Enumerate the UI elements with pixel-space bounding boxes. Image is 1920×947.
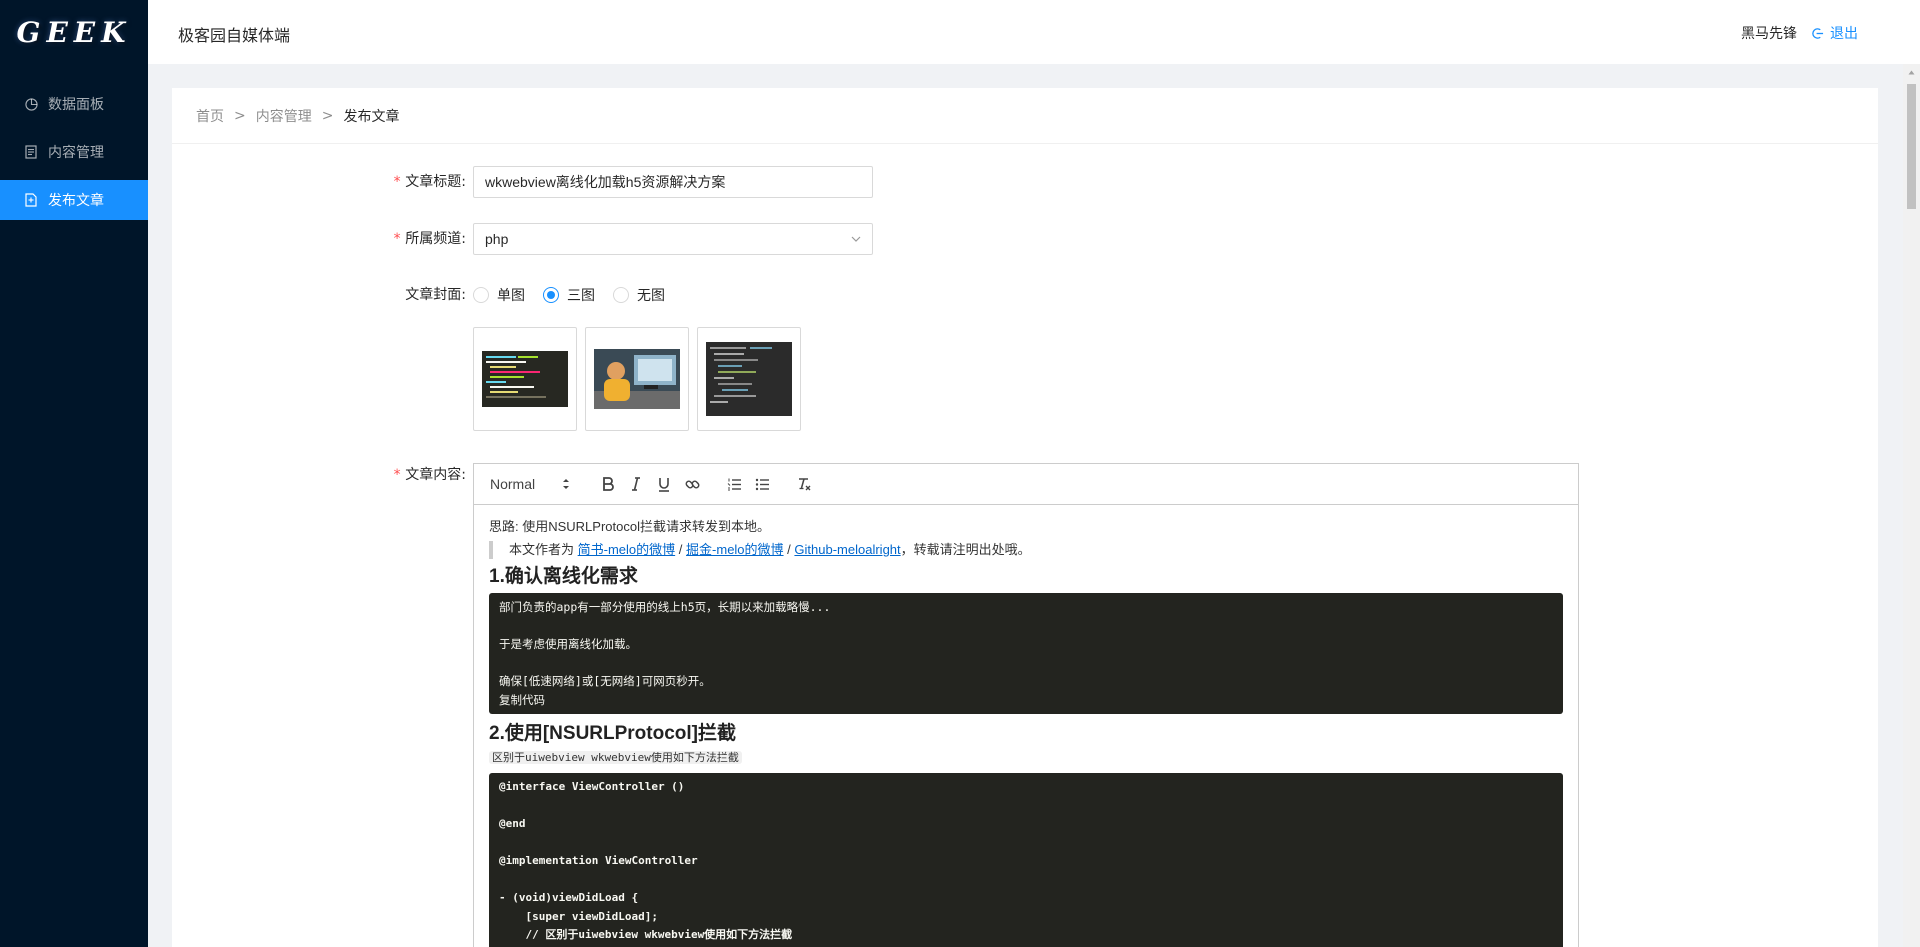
breadcrumb: 首页 > 内容管理 > 发布文章 <box>172 88 1878 144</box>
breadcrumb-home[interactable]: 首页 <box>196 106 224 126</box>
sidebar-item-label: 内容管理 <box>48 145 104 161</box>
github-link[interactable]: Github-meloalright <box>794 542 900 557</box>
radio-label: 无图 <box>637 288 665 304</box>
cover-image-2[interactable] <box>585 327 689 431</box>
chevron-down-icon <box>851 236 861 242</box>
breadcrumb-separator: > <box>321 107 334 124</box>
logout-label: 退出 <box>1830 26 1858 42</box>
ordered-list-icon <box>727 478 741 490</box>
inline-note-paragraph: 区别于uiwebview wkwebview使用如下方法拦截 <box>489 748 1563 767</box>
sidebar: GEEK 数据面板 内容管理 发布文章 <box>0 0 148 947</box>
italic-button[interactable] <box>622 472 650 496</box>
underline-icon <box>659 477 669 492</box>
radio-label: 三图 <box>567 288 595 304</box>
radio-circle <box>473 287 489 303</box>
code-block-2: @interface ViewController () @end @imple… <box>489 773 1563 947</box>
quote-text: ，转载请注明出处哦。 <box>900 542 1031 557</box>
bold-button[interactable] <box>594 472 622 496</box>
bold-icon <box>603 477 614 491</box>
title-label: * 文章标题: <box>392 174 466 190</box>
code-screenshot-thumbnail <box>482 351 568 407</box>
content-label: * 文章内容: <box>392 467 466 483</box>
link-button[interactable] <box>678 472 706 496</box>
logout-icon <box>1812 27 1824 39</box>
section-heading-1: 1.确认离线化需求 <box>489 566 638 587</box>
cover-radio-three[interactable]: 三图 <box>543 285 595 305</box>
logo: GEEK <box>16 15 132 49</box>
author-blockquote: 本文作者为 简书-melo的微博 / 掘金-melo的微博 / Github-m… <box>489 541 1563 559</box>
sidebar-item-publish-article[interactable]: 发布文章 <box>0 180 148 220</box>
photo-thumbnail <box>594 349 680 409</box>
radio-circle <box>613 287 629 303</box>
cover-radio-none[interactable]: 无图 <box>613 285 665 305</box>
logout-button[interactable]: 退出 <box>1811 23 1858 43</box>
pie-chart-icon <box>24 97 38 111</box>
sidebar-item-label: 数据面板 <box>48 97 104 113</box>
quote-separator: / <box>787 542 791 557</box>
sidebar-item-content-management[interactable]: 内容管理 <box>0 132 148 172</box>
inline-code-note: 区别于uiwebview wkwebview使用如下方法拦截 <box>489 751 742 764</box>
rich-text-editor[interactable]: Normal 思路: 使用NSURLProtocol拦截请求转发到本地。 本文作… <box>473 463 1579 947</box>
breadcrumb-current: 发布文章 <box>343 108 400 125</box>
radio-label: 单图 <box>497 288 525 304</box>
cover-image-3[interactable] <box>697 327 801 431</box>
editor-toolbar: Normal <box>474 464 1578 505</box>
link-icon <box>685 480 699 488</box>
username: 黑马先锋 <box>1741 26 1797 42</box>
document-list-icon <box>24 145 38 159</box>
top-header: 极客园自媒体端 黑马先锋 退出 <box>148 0 1920 64</box>
channel-label: * 所属频道: <box>392 231 466 247</box>
scroll-up-arrow-icon[interactable] <box>1903 64 1920 81</box>
clear-format-icon <box>798 477 810 490</box>
ordered-list-button[interactable] <box>720 472 748 496</box>
breadcrumb-separator: > <box>234 107 246 124</box>
editor-content[interactable]: 思路: 使用NSURLProtocol拦截请求转发到本地。 本文作者为 简书-m… <box>474 505 1578 947</box>
scrollbar-thumb[interactable] <box>1907 84 1916 209</box>
underline-button[interactable] <box>650 472 678 496</box>
up-down-arrows-icon <box>563 479 569 489</box>
clear-format-button[interactable] <box>790 472 818 496</box>
channel-select[interactable]: php <box>473 223 873 255</box>
juejin-link[interactable]: 掘金-melo的微博 <box>686 542 784 557</box>
cover-image-1[interactable] <box>473 327 577 431</box>
cover-radio-single[interactable]: 单图 <box>473 285 525 305</box>
section-heading-2: 2.使用[NSURLProtocol]拦截 <box>489 723 737 744</box>
header-format-value: Normal <box>490 476 536 492</box>
sidebar-item-label: 发布文章 <box>48 193 104 209</box>
radio-circle <box>543 287 559 303</box>
quote-text: 本文作者为 <box>509 542 575 557</box>
sidebar-menu: 数据面板 内容管理 发布文章 <box>0 84 148 220</box>
bullet-list-icon <box>755 478 769 490</box>
quote-separator: / <box>678 542 683 557</box>
cover-radio-group: 单图 三图 无图 <box>473 279 683 311</box>
intro-paragraph: 思路: 使用NSURLProtocol拦截请求转发到本地。 <box>489 519 770 534</box>
sidebar-item-dashboard[interactable]: 数据面板 <box>0 84 148 124</box>
cover-upload-list <box>473 327 809 431</box>
jianshu-link[interactable]: 简书-melo的微博 <box>578 542 676 557</box>
title-input[interactable] <box>473 166 873 198</box>
code-block-1: 部门负责的app有一部分使用的线上h5页，长期以来加载略慢... 于是考虑使用离… <box>489 593 1563 714</box>
italic-icon <box>632 477 640 491</box>
page-scrollbar[interactable] <box>1903 64 1920 947</box>
channel-value: php <box>485 231 509 247</box>
user-info: 黑马先锋 退出 <box>1741 23 1858 43</box>
code-screenshot-thumbnail <box>706 342 792 416</box>
publish-card: 首页 > 内容管理 > 发布文章 *文章标题: *所属频道: php 文章封面:… <box>172 88 1878 947</box>
header-format-select[interactable]: Normal <box>482 476 578 492</box>
cover-label: 文章封面: <box>405 287 466 303</box>
bullet-list-button[interactable] <box>748 472 776 496</box>
app-title: 极客园自媒体端 <box>178 26 291 45</box>
breadcrumb-content[interactable]: 内容管理 <box>256 106 312 126</box>
file-edit-icon <box>24 193 38 207</box>
